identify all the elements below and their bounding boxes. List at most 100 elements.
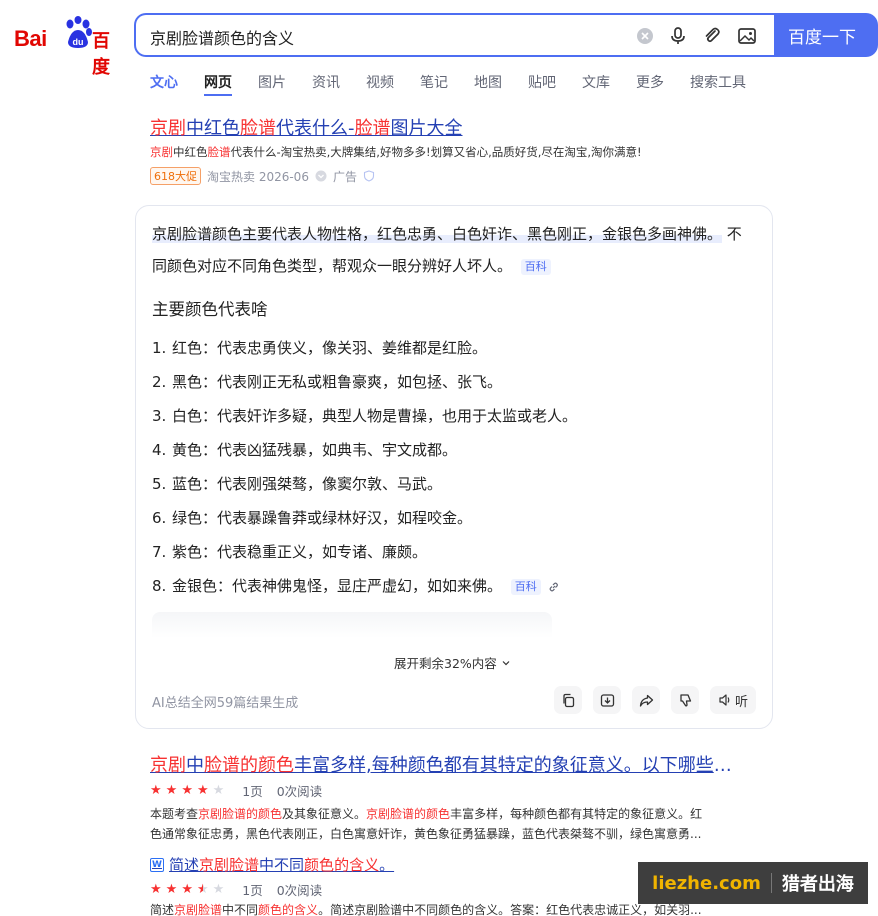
desc-text: 简述 [150, 903, 175, 916]
result-title[interactable]: 京剧中脸谱的颜色丰富多样,每种颜色都有其特定的象征意义。以下哪些颜色代表... [150, 751, 748, 777]
chevron-down-icon [502, 661, 510, 666]
ai-toolbar: 听 [554, 686, 756, 714]
star-icon: ★ [181, 882, 193, 897]
desc-keyword: 京剧 [150, 145, 173, 159]
result-meta-ad: 618大促 淘宝热卖 2026-06 广告 [150, 167, 375, 185]
desc-keyword: 京剧脸谱的颜色 [198, 807, 283, 821]
tab-web[interactable]: 网页 [204, 72, 232, 96]
desc-line: 色通常象征忠勇，黑色代表刚正，白色寓意奸诈，黄色象征勇猛暴躁，蓝色代表桀骜不驯，… [150, 827, 702, 841]
star-icon: ★ [181, 783, 193, 798]
download-icon [600, 693, 614, 707]
title-text: 丰富多样,每种颜色都有其特定的象征意义。以下哪些颜色代表... [294, 755, 748, 776]
title-keyword: 颜色 [304, 856, 335, 874]
list-num: 6. [152, 509, 167, 527]
search-input[interactable]: 京剧脸谱颜色的含义 [150, 25, 294, 49]
desc-text: 中不同 [222, 903, 259, 916]
desc-text: 及其象征意义。 [282, 807, 367, 821]
expand-label: 展开剩余32%内容 [394, 656, 497, 671]
title-text: 代表什么- [276, 118, 355, 139]
promo-badge: 618大促 [150, 167, 201, 185]
rating-row: ★ ★ ★ ★ ★ 1页 0次阅读 [150, 880, 322, 899]
result-title-ad[interactable]: 京剧中红色脸谱代表什么-脸谱图片大全 [150, 114, 463, 140]
image-search-icon[interactable] [736, 25, 758, 47]
desc-keyword: 颜色的含义 [258, 903, 319, 916]
ai-summary-card: 京剧脸谱颜色主要代表人物性格，红色忠勇、白色奸诈、黑色刚正，金银色多画神佛。 不… [135, 205, 773, 729]
list-text: 蓝色：代表刚强桀骜，像窦尔敦、马武。 [172, 475, 443, 493]
paw-logo-icon: du [66, 16, 92, 48]
search-box[interactable]: 京剧脸谱颜色的含义 [134, 13, 774, 57]
desc-keyword: 脸谱 [207, 145, 231, 159]
tab-search-tools[interactable]: 搜索工具 [690, 72, 746, 96]
title-keyword: 京剧脸谱 [199, 856, 260, 874]
microphone-icon[interactable] [667, 25, 689, 47]
tab-images[interactable]: 图片 [258, 72, 286, 96]
list-num: 3. [152, 407, 167, 425]
result-desc-ad: 京剧中红色脸谱代表什么-淘宝热卖,大牌集结,好物多多!划算又省心,品质好货,尽在… [150, 144, 642, 160]
copy-button[interactable] [554, 686, 582, 714]
listen-label: 听 [734, 694, 748, 710]
word-doc-icon: W [150, 857, 164, 872]
list-num: 4. [152, 441, 167, 459]
tab-wenxin[interactable]: 文心 [150, 72, 178, 96]
copy-icon [562, 693, 574, 707]
list-item: 3. 白色：代表奸诈多疑，典型人物是曹操，也用于太监或老人。 [152, 406, 577, 440]
tab-more[interactable]: 更多 [636, 72, 664, 96]
list-num: 1. [152, 339, 167, 357]
download-button[interactable] [593, 686, 621, 714]
tab-news[interactable]: 资讯 [312, 72, 340, 96]
title-keyword: 京剧 [150, 118, 186, 139]
color-meaning-list: 1. 红色：代表忠勇侠义，像关羽、姜维都是红脸。 2. 黑色：代表刚正无私或粗鲁豪爽… [152, 338, 577, 610]
list-text: 白色：代表奸诈多疑，典型人物是曹操，也用于太监或老人。 [172, 407, 578, 425]
star-icon: ★ [212, 783, 225, 798]
list-text: 绿色：代表暴躁鲁莽或绿林好汉，如程咬金。 [172, 509, 473, 527]
ai-heading: 主要颜色代表啥 [152, 300, 268, 319]
tab-map[interactable]: 地图 [474, 72, 502, 96]
ad-source[interactable]: 淘宝热卖 2026-06 [207, 168, 309, 185]
title-keyword: 脸谱 [354, 118, 391, 139]
sub-result-title[interactable]: W 简述京剧脸谱中不同颜色的含义。 [150, 854, 394, 875]
star-icon: ★ [165, 783, 178, 798]
expand-button[interactable]: 展开剩余32%内容 [394, 653, 511, 672]
result-desc: 本题考查京剧脸谱的颜色及其象征意义。京剧脸谱的颜色丰富多样，每种颜色都有其特定的… [150, 804, 760, 844]
list-item: 4. 黄色：代表凶猛残暴，如典韦、宇文成都。 [152, 440, 577, 474]
listen-button[interactable]: 听 [710, 686, 756, 714]
list-item: 8. 金银色：代表神佛鬼怪，显庄严虚幻，如如来佛。 百科 [152, 576, 577, 610]
link-icon[interactable] [548, 581, 560, 593]
list-text: 紫色：代表稳重正义，如专诸、廉颇。 [172, 543, 428, 561]
baike-source-tag[interactable]: 百科 [510, 578, 541, 595]
clear-icon[interactable] [634, 25, 656, 47]
list-text: 黑色：代表刚正无私或粗鲁豪爽，如包拯、张飞。 [172, 373, 503, 391]
tab-notes[interactable]: 笔记 [420, 72, 448, 96]
desc-text: 中红色 [173, 145, 208, 159]
desc-keyword: 京剧脸谱 [174, 903, 223, 916]
tab-tieba[interactable]: 贴吧 [528, 72, 556, 96]
read-count: 0次阅读 [276, 883, 323, 898]
attachment-icon[interactable] [701, 25, 723, 47]
search-button[interactable]: 百度一下 [774, 13, 878, 57]
title-keyword: 脸谱的颜色 [204, 755, 294, 776]
baike-source-tag[interactable]: 百科 [520, 258, 551, 275]
share-button[interactable] [632, 686, 660, 714]
title-keyword: 京剧 [150, 755, 186, 776]
tab-video[interactable]: 视频 [366, 72, 394, 96]
search-tabs: 文心 网页 图片 资讯 视频 笔记 地图 贴吧 文库 更多 搜索工具 [150, 72, 772, 98]
dropdown-circle-icon[interactable] [315, 170, 327, 182]
star-icon: ★ [150, 783, 162, 798]
shield-icon [363, 170, 375, 182]
title-text: 中 [186, 755, 204, 776]
desc-keyword: 京剧脸谱的颜色 [366, 807, 451, 821]
ai-summary-text: 京剧脸谱颜色主要代表人物性格，红色忠勇、白色奸诈、黑色刚正，金银色多画神佛。 不… [152, 218, 752, 282]
page-count: 1页 [242, 784, 263, 799]
tab-wenku[interactable]: 文库 [582, 72, 610, 96]
dislike-button[interactable] [671, 686, 699, 714]
title-text: 中红色 [186, 118, 240, 139]
list-num: 5. [152, 475, 167, 493]
list-item: 7. 紫色：代表稳重正义，如专诸、廉颇。 [152, 542, 577, 576]
list-text: 红色：代表忠勇侠义，像关羽、姜维都是红脸。 [172, 339, 488, 357]
sub-result-desc: 简述京剧脸谱中不同颜色的含义。简述京剧脸谱中不同颜色的含义。答案：红色代表忠诚正… [150, 901, 702, 916]
star-icon: ★ [150, 882, 162, 897]
desc-text: 。简述京剧脸谱中不同颜色的含义。答案：红色代表忠诚正义，如关羽... [318, 903, 702, 916]
page-count: 1页 [242, 883, 263, 898]
star-icon: ★ [196, 783, 209, 798]
baidu-logo[interactable]: Bai du 百度 [14, 14, 118, 78]
